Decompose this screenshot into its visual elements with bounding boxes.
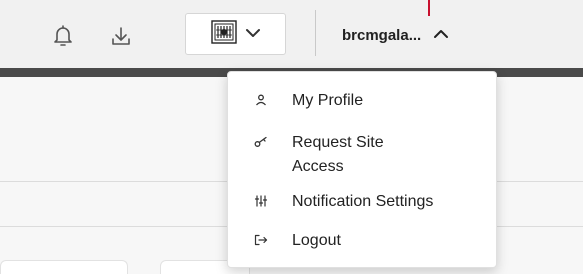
menu-item-label: Notification Settings bbox=[292, 193, 434, 210]
user-dropdown-menu: My Profile Request Site Access Notificat… bbox=[227, 71, 497, 268]
sliders-icon bbox=[254, 194, 268, 208]
menu-item-request-site-access[interactable]: Request Site Access bbox=[228, 129, 496, 177]
user-name: brcmgala... bbox=[342, 26, 422, 44]
menu-item-notification-settings[interactable]: Notification Settings bbox=[228, 189, 496, 215]
menu-item-my-profile[interactable]: My Profile bbox=[228, 89, 496, 115]
user-menu-toggle[interactable]: brcmgala... bbox=[342, 22, 449, 48]
chevron-up-icon bbox=[433, 26, 449, 44]
notifications-bell-icon[interactable] bbox=[49, 22, 77, 50]
key-icon bbox=[254, 135, 268, 149]
menu-item-logout[interactable]: Logout bbox=[228, 229, 496, 255]
chevron-down-icon bbox=[245, 25, 261, 43]
menu-item-label: Logout bbox=[292, 232, 341, 249]
download-icon[interactable] bbox=[107, 22, 135, 50]
person-icon bbox=[254, 93, 268, 107]
content-card bbox=[0, 260, 128, 274]
logout-icon bbox=[254, 233, 268, 247]
header-divider bbox=[315, 10, 316, 56]
menu-item-label: Request Site Access bbox=[292, 134, 384, 175]
accent-marker bbox=[428, 0, 430, 16]
building-logo-icon bbox=[210, 19, 237, 49]
top-header-bar: brcmgala... bbox=[0, 0, 583, 68]
site-logo-select[interactable] bbox=[185, 13, 286, 55]
menu-item-label: My Profile bbox=[292, 92, 364, 109]
